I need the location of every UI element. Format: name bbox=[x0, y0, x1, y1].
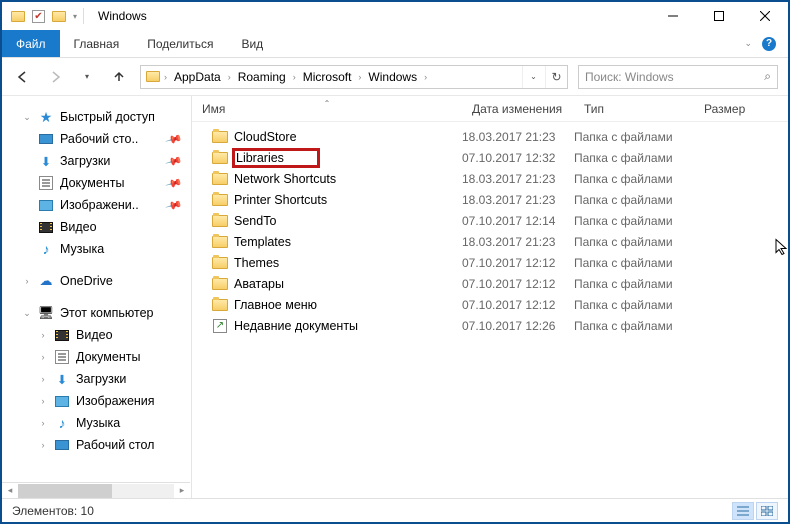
refresh-icon[interactable]: ↻ bbox=[545, 66, 567, 88]
qat-dropdown-icon[interactable]: ▾ bbox=[73, 12, 77, 21]
sidebar-item[interactable]: ›Изображения bbox=[2, 390, 191, 412]
chevron-right-icon[interactable]: › bbox=[226, 72, 233, 82]
status-text: Элементов: 10 bbox=[12, 504, 94, 518]
pin-icon: 📌 bbox=[165, 130, 183, 148]
chevron-right-icon[interactable]: › bbox=[38, 396, 48, 406]
explorer-window: ✔ ▾ Windows Файл Главная Поделиться Вид … bbox=[0, 0, 790, 524]
breadcrumb[interactable]: Windows bbox=[364, 70, 421, 84]
sidebar-item[interactable]: ›Видео bbox=[2, 324, 191, 346]
tab-share[interactable]: Поделиться bbox=[133, 30, 227, 57]
sort-arrow-icon: ⌃ bbox=[324, 99, 331, 108]
breadcrumb[interactable]: Microsoft bbox=[299, 70, 356, 84]
file-row[interactable]: ↗Недавние документы07.10.2017 12:26Папка… bbox=[192, 315, 788, 336]
nav-bar: ▾ › AppData › Roaming › Microsoft › Wind… bbox=[2, 58, 788, 96]
view-details-button[interactable] bbox=[732, 502, 754, 520]
back-button[interactable] bbox=[12, 66, 34, 88]
pin-icon: 📌 bbox=[165, 174, 183, 192]
file-pane: Имя⌃ Дата изменения Тип Размер CloudStor… bbox=[192, 96, 788, 498]
close-button[interactable] bbox=[742, 2, 788, 30]
sidebar-item[interactable]: ›♪Музыка bbox=[2, 412, 191, 434]
cloud-icon: ☁ bbox=[38, 273, 54, 289]
help-icon[interactable]: ? bbox=[762, 37, 776, 51]
nav-sidebar: ⌄ ★ Быстрый доступ Рабочий сто..📌⬇Загруз… bbox=[2, 96, 192, 498]
sidebar-scrollbar[interactable]: ◂▸ bbox=[2, 482, 190, 498]
maximize-button[interactable] bbox=[696, 2, 742, 30]
file-row[interactable]: Themes07.10.2017 12:12Папка с файлами bbox=[192, 252, 788, 273]
qat-checkbox-icon[interactable]: ✔ bbox=[32, 10, 45, 23]
file-row[interactable]: Главное меню07.10.2017 12:12Папка с файл… bbox=[192, 294, 788, 315]
breadcrumb[interactable]: Roaming bbox=[234, 70, 290, 84]
col-type[interactable]: Тип bbox=[574, 102, 694, 116]
chevron-right-icon[interactable]: › bbox=[162, 72, 169, 82]
file-tab[interactable]: Файл bbox=[2, 30, 60, 57]
view-icons-button[interactable] bbox=[756, 502, 778, 520]
title-bar: ✔ ▾ Windows bbox=[2, 2, 788, 30]
file-list[interactable]: CloudStore18.03.2017 21:23Папка с файлам… bbox=[192, 122, 788, 498]
sidebar-item[interactable]: Документы📌 bbox=[2, 172, 191, 194]
status-bar: Элементов: 10 bbox=[2, 498, 788, 522]
tab-home[interactable]: Главная bbox=[60, 30, 134, 57]
pin-icon: 📌 bbox=[165, 196, 183, 214]
chevron-right-icon[interactable]: › bbox=[291, 72, 298, 82]
address-dropdown-icon[interactable]: ⌄ bbox=[522, 66, 544, 88]
up-button[interactable] bbox=[108, 66, 130, 88]
file-row[interactable]: Аватары07.10.2017 12:12Папка с файлами bbox=[192, 273, 788, 294]
chevron-right-icon[interactable]: › bbox=[38, 440, 48, 450]
pc-icon: 🖥 bbox=[38, 305, 54, 321]
sidebar-item[interactable]: ♪Музыка bbox=[2, 238, 191, 260]
file-row[interactable]: Printer Shortcuts18.03.2017 21:23Папка с… bbox=[192, 189, 788, 210]
sidebar-this-pc[interactable]: ⌄ 🖥 Этот компьютер bbox=[2, 302, 191, 324]
col-size[interactable]: Размер bbox=[694, 102, 788, 116]
sidebar-item[interactable]: Видео bbox=[2, 216, 191, 238]
tab-view[interactable]: Вид bbox=[227, 30, 277, 57]
folder-icon bbox=[51, 8, 67, 24]
pin-icon: 📌 bbox=[165, 152, 183, 170]
chevron-down-icon[interactable]: ⌄ bbox=[22, 112, 32, 123]
chevron-right-icon[interactable]: › bbox=[38, 374, 48, 384]
chevron-down-icon[interactable]: ⌄ bbox=[22, 308, 32, 319]
ribbon-expand-icon[interactable]: ⌄ bbox=[744, 38, 752, 49]
search-icon[interactable]: ⌕ bbox=[764, 69, 771, 84]
cursor-icon bbox=[775, 239, 789, 262]
sidebar-item[interactable]: ⬇Загрузки📌 bbox=[2, 150, 191, 172]
search-input[interactable]: Поиск: Windows ⌕ bbox=[578, 65, 778, 89]
sidebar-item[interactable]: Рабочий сто..📌 bbox=[2, 128, 191, 150]
col-date[interactable]: Дата изменения bbox=[462, 102, 574, 116]
file-row[interactable]: Network Shortcuts18.03.2017 21:23Папка с… bbox=[192, 168, 788, 189]
forward-button[interactable] bbox=[44, 66, 66, 88]
file-row[interactable]: CloudStore18.03.2017 21:23Папка с файлам… bbox=[192, 126, 788, 147]
chevron-right-icon[interactable]: › bbox=[22, 276, 32, 286]
breadcrumb[interactable]: AppData bbox=[170, 70, 225, 84]
chevron-right-icon[interactable]: › bbox=[38, 330, 48, 340]
address-bar[interactable]: › AppData › Roaming › Microsoft › Window… bbox=[140, 65, 568, 89]
star-icon: ★ bbox=[38, 109, 54, 125]
chevron-right-icon[interactable]: › bbox=[356, 72, 363, 82]
ribbon-tabs: Файл Главная Поделиться Вид ⌄ ? bbox=[2, 30, 788, 58]
file-row[interactable]: Libraries07.10.2017 12:32Папка с файлами bbox=[192, 147, 788, 168]
sidebar-item[interactable]: Изображени..📌 bbox=[2, 194, 191, 216]
window-title: Windows bbox=[92, 9, 147, 23]
sidebar-item[interactable]: ›⬇Загрузки bbox=[2, 368, 191, 390]
recent-dropdown[interactable]: ▾ bbox=[76, 66, 98, 88]
sidebar-quick-access[interactable]: ⌄ ★ Быстрый доступ bbox=[2, 106, 191, 128]
minimize-button[interactable] bbox=[650, 2, 696, 30]
file-row[interactable]: Templates18.03.2017 21:23Папка с файлами bbox=[192, 231, 788, 252]
chevron-right-icon[interactable]: › bbox=[422, 72, 429, 82]
sidebar-item[interactable]: ›Документы bbox=[2, 346, 191, 368]
col-name[interactable]: Имя⌃ bbox=[192, 102, 462, 116]
chevron-right-icon[interactable]: › bbox=[38, 352, 48, 362]
sidebar-onedrive[interactable]: › ☁ OneDrive bbox=[2, 270, 191, 292]
chevron-right-icon[interactable]: › bbox=[38, 418, 48, 428]
folder-icon bbox=[10, 8, 26, 24]
column-headers: Имя⌃ Дата изменения Тип Размер bbox=[192, 96, 788, 122]
file-row[interactable]: SendTo07.10.2017 12:14Папка с файлами bbox=[192, 210, 788, 231]
sidebar-item[interactable]: ›Рабочий стол bbox=[2, 434, 191, 456]
folder-icon bbox=[145, 69, 161, 85]
